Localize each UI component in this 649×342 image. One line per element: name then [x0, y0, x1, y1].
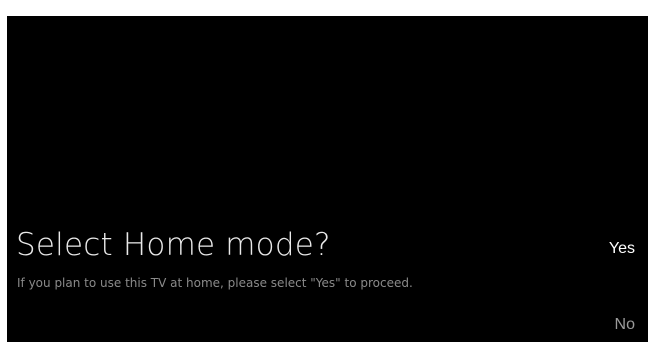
- tv-setup-screen: Select Home mode? If you plan to use thi…: [7, 16, 648, 342]
- yes-option-button[interactable]: Yes: [609, 240, 635, 258]
- dialog-description: If you plan to use this TV at home, plea…: [17, 276, 413, 290]
- no-option-button[interactable]: No: [615, 316, 635, 334]
- dialog-title: Select Home mode?: [16, 227, 331, 263]
